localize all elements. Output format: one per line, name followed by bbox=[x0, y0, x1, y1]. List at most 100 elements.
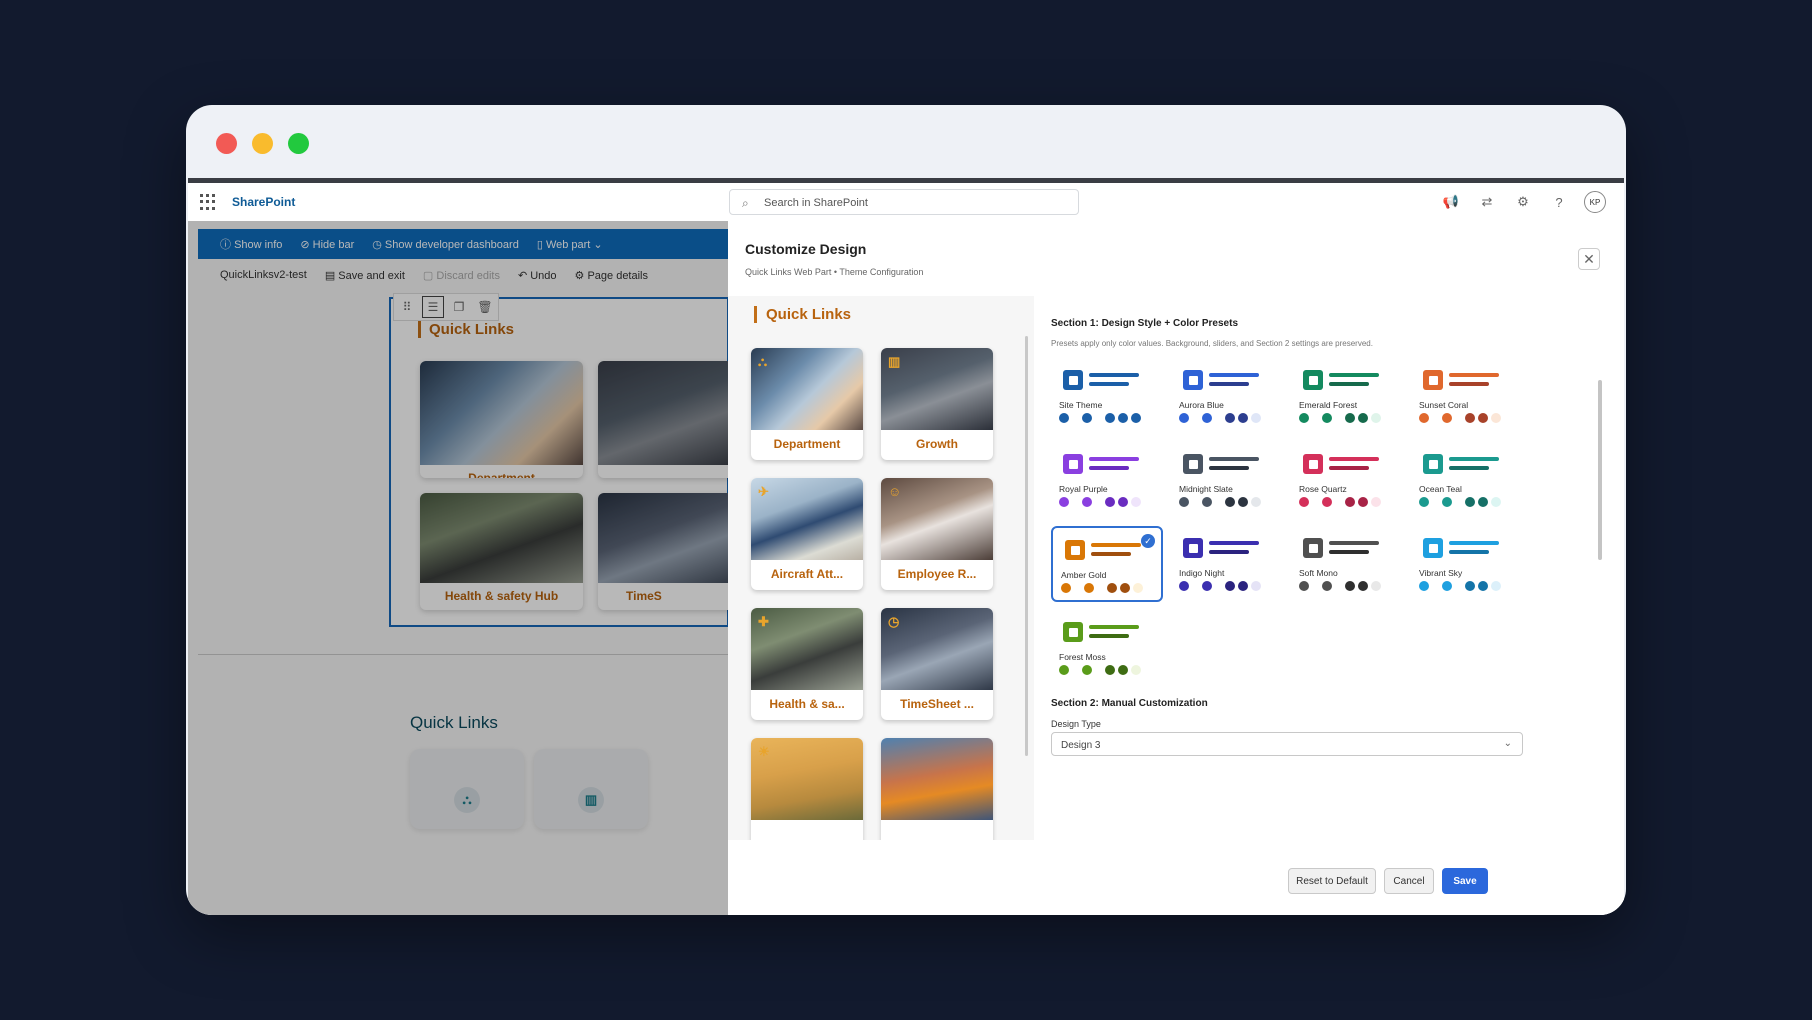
preset-name: Forest Moss bbox=[1059, 652, 1106, 662]
preset-colors bbox=[1059, 497, 1141, 507]
preset-card[interactable]: Aurora Blue bbox=[1171, 358, 1283, 434]
preset-name: Sunset Coral bbox=[1419, 400, 1469, 410]
suite-bar: SharePoint ⌕ Search in SharePoint 📢 ⇄ ⚙ … bbox=[188, 183, 1624, 221]
avatar[interactable]: KP bbox=[1584, 191, 1606, 213]
preset-name: Site Theme bbox=[1059, 400, 1103, 410]
help-icon[interactable]: ? bbox=[1548, 191, 1570, 213]
preview-card[interactable]: ☀ bbox=[751, 738, 863, 840]
preset-line bbox=[1449, 541, 1499, 545]
live-preview: Quick Links ⛬ Department ▥ Growth ✈ Aircraf… bbox=[728, 296, 1034, 840]
preset-card[interactable]: Site Theme bbox=[1051, 358, 1163, 434]
preset-line bbox=[1089, 457, 1139, 461]
share-icon[interactable]: ⇄ bbox=[1476, 191, 1498, 213]
card-label: TimeSheet ... bbox=[900, 697, 974, 711]
preset-line bbox=[1209, 457, 1259, 461]
preset-card[interactable]: Emerald Forest bbox=[1291, 358, 1403, 434]
color-dot bbox=[1179, 497, 1189, 507]
suite-icons: 📢 ⇄ ⚙ ? KP bbox=[1440, 191, 1606, 213]
preset-colors bbox=[1059, 665, 1141, 675]
color-dot bbox=[1322, 413, 1332, 423]
app-window: SharePoint ⌕ Search in SharePoint 📢 ⇄ ⚙ … bbox=[186, 105, 1626, 915]
preset-card[interactable]: Rose Quartz bbox=[1291, 442, 1403, 518]
settings-scrollbar[interactable] bbox=[1598, 380, 1602, 560]
color-dot bbox=[1105, 665, 1115, 675]
preset-card[interactable]: Midnight Slate bbox=[1171, 442, 1283, 518]
color-dot bbox=[1299, 497, 1309, 507]
preset-colors bbox=[1299, 581, 1381, 591]
megaphone-icon[interactable]: 📢 bbox=[1440, 191, 1462, 213]
preview-scrollbar[interactable] bbox=[1025, 336, 1028, 756]
preset-card[interactable]: Forest Moss bbox=[1051, 610, 1163, 686]
preset-colors bbox=[1179, 581, 1261, 591]
preview-card[interactable]: ☺ Employee R... bbox=[881, 478, 993, 590]
preset-line bbox=[1091, 552, 1131, 556]
preview-card[interactable]: ◷ TimeSheet ... bbox=[881, 608, 993, 720]
gear-icon[interactable]: ⚙ bbox=[1512, 191, 1534, 213]
preset-card[interactable]: Sunset Coral bbox=[1411, 358, 1523, 434]
color-dot bbox=[1133, 583, 1143, 593]
search-placeholder: Search in SharePoint bbox=[764, 197, 868, 209]
preset-card[interactable]: Soft Mono bbox=[1291, 526, 1403, 602]
preview-card[interactable] bbox=[881, 738, 993, 840]
color-dot bbox=[1105, 413, 1115, 423]
preset-colors bbox=[1419, 413, 1501, 423]
preset-line bbox=[1089, 634, 1129, 638]
preview-card[interactable]: ✈ Aircraft Att... bbox=[751, 478, 863, 590]
maximize-window-icon[interactable] bbox=[288, 133, 309, 154]
preview-card[interactable]: ✚ Health & sa... bbox=[751, 608, 863, 720]
search-input[interactable]: ⌕ Search in SharePoint bbox=[729, 189, 1079, 215]
panel-title: Customize Design bbox=[745, 241, 867, 257]
color-dot bbox=[1238, 497, 1248, 507]
cancel-button[interactable]: Cancel bbox=[1384, 868, 1434, 894]
color-dot bbox=[1131, 665, 1141, 675]
reset-default-button[interactable]: Reset to Default bbox=[1288, 868, 1376, 894]
close-window-icon[interactable] bbox=[216, 133, 237, 154]
card-label: Growth bbox=[916, 437, 958, 451]
preset-swatch-icon bbox=[1063, 454, 1083, 474]
preset-card[interactable]: Amber Gold ✓ bbox=[1051, 526, 1163, 602]
card-label: Health & sa... bbox=[769, 697, 845, 711]
minimize-window-icon[interactable] bbox=[252, 133, 273, 154]
preset-card[interactable]: Indigo Night bbox=[1171, 526, 1283, 602]
preset-card[interactable]: Royal Purple bbox=[1051, 442, 1163, 518]
preset-colors bbox=[1179, 413, 1261, 423]
preset-swatch-icon bbox=[1303, 538, 1323, 558]
color-dot bbox=[1491, 413, 1501, 423]
color-dot bbox=[1442, 581, 1452, 591]
preset-name: Amber Gold bbox=[1061, 570, 1107, 580]
save-button[interactable]: Save bbox=[1442, 868, 1488, 894]
design-type-select[interactable]: Design 3 ⌄ bbox=[1051, 732, 1523, 756]
preset-line bbox=[1209, 550, 1249, 554]
color-dot bbox=[1465, 497, 1475, 507]
color-dot bbox=[1478, 581, 1488, 591]
people-icon: ☺ bbox=[888, 484, 902, 499]
color-dot bbox=[1251, 497, 1261, 507]
preset-swatch-icon bbox=[1423, 370, 1443, 390]
preview-card[interactable]: ⛬ Department bbox=[751, 348, 863, 460]
sharepoint-app: SharePoint ⌕ Search in SharePoint 📢 ⇄ ⚙ … bbox=[188, 178, 1624, 915]
color-dot bbox=[1105, 497, 1115, 507]
preset-line bbox=[1329, 382, 1369, 386]
app-launcher-icon[interactable] bbox=[200, 194, 216, 210]
close-icon[interactable]: ✕ bbox=[1578, 248, 1600, 270]
preset-name: Soft Mono bbox=[1299, 568, 1338, 578]
preset-card[interactable]: Vibrant Sky bbox=[1411, 526, 1523, 602]
chart-icon: ▥ bbox=[888, 354, 901, 369]
section2-heading: Section 2: Manual Customization bbox=[1051, 698, 1208, 709]
brand-name[interactable]: SharePoint bbox=[232, 195, 295, 209]
preview-card[interactable]: ▥ Growth bbox=[881, 348, 993, 460]
panel-footer: Reset to Default Cancel Save bbox=[1034, 840, 1624, 915]
color-dot bbox=[1082, 497, 1092, 507]
preset-line bbox=[1329, 550, 1369, 554]
preset-swatch-icon bbox=[1423, 454, 1443, 474]
preset-line bbox=[1209, 382, 1249, 386]
modal-overlay[interactable] bbox=[188, 221, 728, 915]
card-label: Department bbox=[773, 437, 841, 451]
color-dot bbox=[1225, 413, 1235, 423]
customize-design-panel: Customize Design Quick Links Web Part • … bbox=[728, 221, 1624, 915]
preset-card[interactable]: Ocean Teal bbox=[1411, 442, 1523, 518]
color-dot bbox=[1322, 581, 1332, 591]
preset-colors bbox=[1061, 583, 1143, 593]
card-image bbox=[881, 738, 993, 820]
color-dot bbox=[1371, 581, 1381, 591]
